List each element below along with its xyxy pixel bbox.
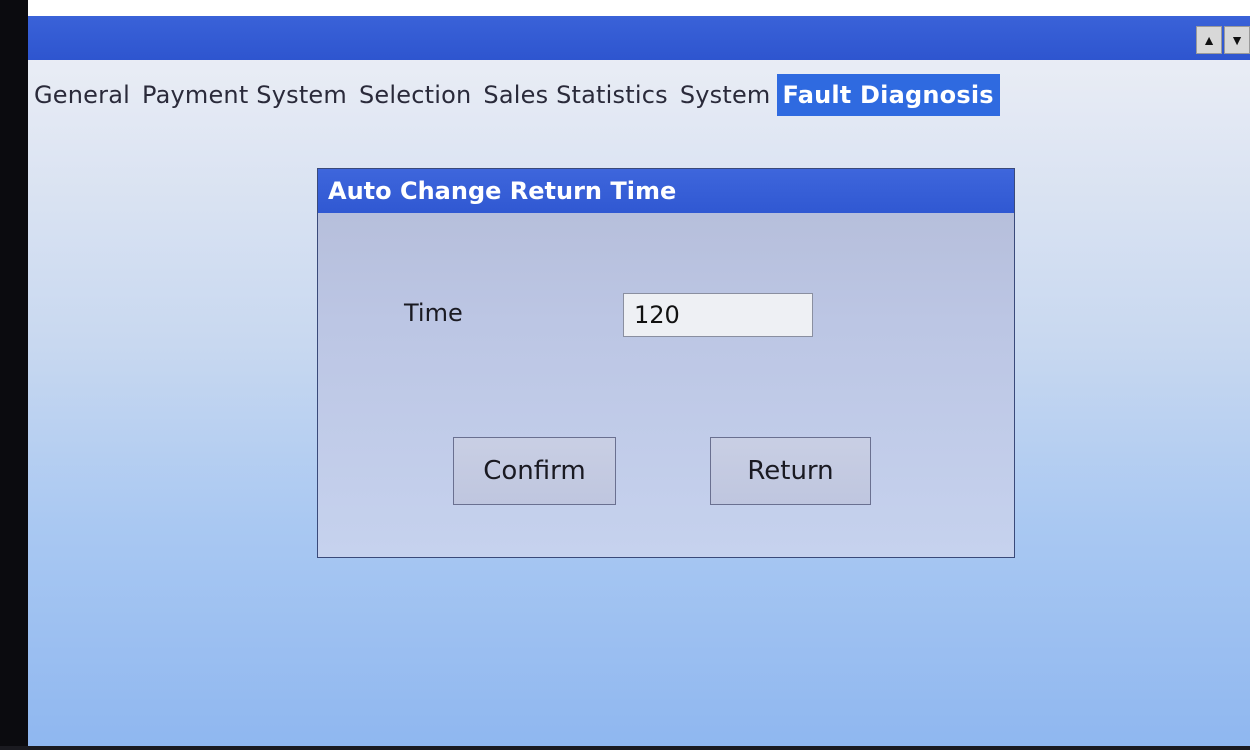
scroll-down-button[interactable]: ▼ [1224, 26, 1250, 54]
triangle-up-icon: ▲ [1202, 32, 1216, 48]
return-button-label: Return [747, 456, 834, 486]
screen-bezel [0, 0, 28, 750]
title-bar: ▲ ▼ [28, 16, 1250, 60]
tab-payment-system[interactable]: Payment System [136, 74, 353, 116]
time-label: Time [404, 299, 463, 327]
scroll-up-button[interactable]: ▲ [1196, 26, 1222, 54]
confirm-button-label: Confirm [483, 456, 586, 486]
tab-system[interactable]: System [674, 74, 777, 116]
dialog-title: Auto Change Return Time [318, 169, 1014, 213]
screen-bezel-bottom [0, 746, 1250, 750]
confirm-button[interactable]: Confirm [453, 437, 616, 505]
screen-frame: ▲ ▼ General Payment System Selection Sal… [0, 0, 1250, 750]
auto-change-return-time-dialog: Auto Change Return Time Time 120 Confirm… [317, 168, 1015, 558]
time-input[interactable]: 120 [623, 293, 813, 337]
menu-bar: General Payment System Selection Sales S… [28, 74, 1250, 116]
tab-sales-statistics[interactable]: Sales Statistics [477, 74, 673, 116]
tab-general[interactable]: General [28, 74, 136, 116]
return-button[interactable]: Return [710, 437, 871, 505]
tab-fault-diagnosis[interactable]: Fault Diagnosis [776, 74, 1000, 116]
triangle-down-icon: ▼ [1230, 32, 1244, 48]
display-area: ▲ ▼ General Payment System Selection Sal… [28, 16, 1250, 746]
tab-selection[interactable]: Selection [353, 74, 477, 116]
